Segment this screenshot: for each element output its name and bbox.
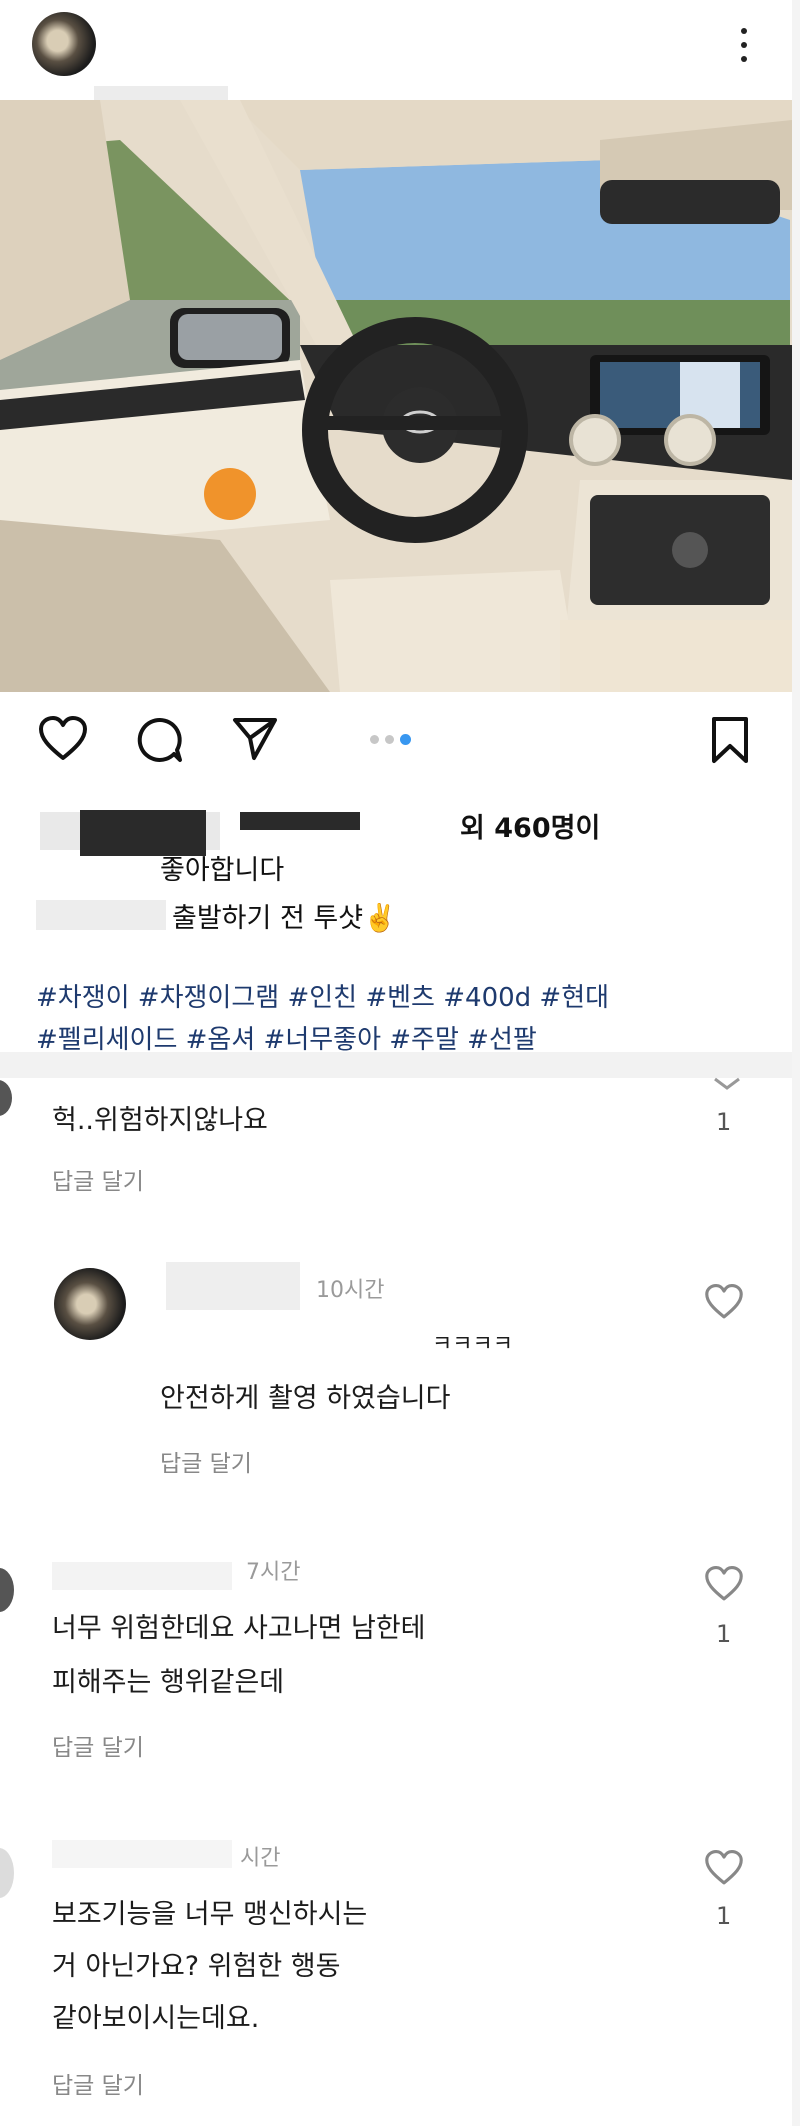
heart-icon[interactable] xyxy=(38,716,88,762)
car-interior-photo xyxy=(0,100,792,692)
carousel-dot xyxy=(385,735,394,744)
section-divider xyxy=(0,1052,792,1078)
bookmark-icon[interactable] xyxy=(710,716,750,764)
comment-text-line2: 거 아닌가요? 위험한 행동 xyxy=(52,1951,341,1982)
more-vertical-icon[interactable] xyxy=(734,26,754,66)
hashtags-line2[interactable]: #펠리세이드 #옴셔 #너무좋아 #주말 #선팔 xyxy=(36,1018,537,1052)
comment-prefix-text: ㅋㅋㅋㅋ xyxy=(432,1332,513,1357)
carousel-indicator xyxy=(370,734,430,746)
carousel-dot xyxy=(370,735,379,744)
chevron-down-icon[interactable] xyxy=(712,1076,742,1095)
comment-like-count: 1 xyxy=(716,1902,732,1930)
carousel-dot-active xyxy=(400,734,411,745)
comment-timestamp: 10시간 xyxy=(316,1278,385,1303)
reply-button[interactable]: 답글 달기 xyxy=(52,1162,144,1196)
comment-text-line2: 피해주는 행위같은데 xyxy=(52,1667,285,1698)
comment-like-count: 1 xyxy=(716,1620,732,1648)
frame-edge xyxy=(792,0,800,2126)
post-photo[interactable] xyxy=(0,100,792,692)
comment-icon[interactable] xyxy=(136,716,184,764)
commenter-name-redacted[interactable] xyxy=(52,1562,232,1590)
post-author-name-redacted[interactable] xyxy=(94,86,228,100)
comment-timestamp: 7시간 xyxy=(246,1560,301,1585)
comment-like-count: 1 xyxy=(716,1108,732,1136)
comment-text-line1: 보조기능을 너무 맹신하시는 xyxy=(52,1899,368,1930)
comment-avatar-partial[interactable] xyxy=(0,1848,14,1898)
comment-timestamp: 시간 xyxy=(240,1846,281,1871)
likes-line2-text: 좋아합니다 xyxy=(160,855,285,886)
comment-avatar-partial[interactable] xyxy=(0,1080,12,1116)
comment-text-line1: 너무 위험한데요 사고나면 남한테 xyxy=(52,1613,426,1644)
heart-icon[interactable] xyxy=(704,1284,744,1320)
comment-text: 헉..위험하지않나요 xyxy=(52,1105,268,1136)
commenter-avatar[interactable] xyxy=(54,1268,126,1340)
hashtags-line1[interactable]: #차쟁이 #차쟁이그램 #인친 #벤츠 #400d #현대 xyxy=(36,976,609,1020)
send-icon[interactable] xyxy=(232,716,278,762)
comment-avatar-partial[interactable] xyxy=(0,1568,14,1612)
reply-button[interactable]: 답글 달기 xyxy=(52,2066,144,2100)
comment-text: 안전하게 촬영 하였습니다 xyxy=(160,1383,451,1414)
reply-button[interactable]: 답글 달기 xyxy=(52,1728,144,1762)
heart-icon[interactable] xyxy=(704,1566,744,1602)
likes-count-text[interactable]: 외 460명이 xyxy=(460,806,600,845)
reply-button[interactable]: 답글 달기 xyxy=(160,1444,252,1478)
post-author-avatar[interactable] xyxy=(32,12,96,76)
comment-text-line3: 같아보이시는데요. xyxy=(52,2003,260,2034)
heart-icon[interactable] xyxy=(704,1850,744,1886)
commenter-name-redacted[interactable] xyxy=(52,1840,232,1868)
caption-text: 출발하기 전 투샷✌️ xyxy=(172,903,397,934)
commenter-name-redacted[interactable] xyxy=(166,1262,300,1310)
caption-author-redacted[interactable] xyxy=(36,900,166,930)
